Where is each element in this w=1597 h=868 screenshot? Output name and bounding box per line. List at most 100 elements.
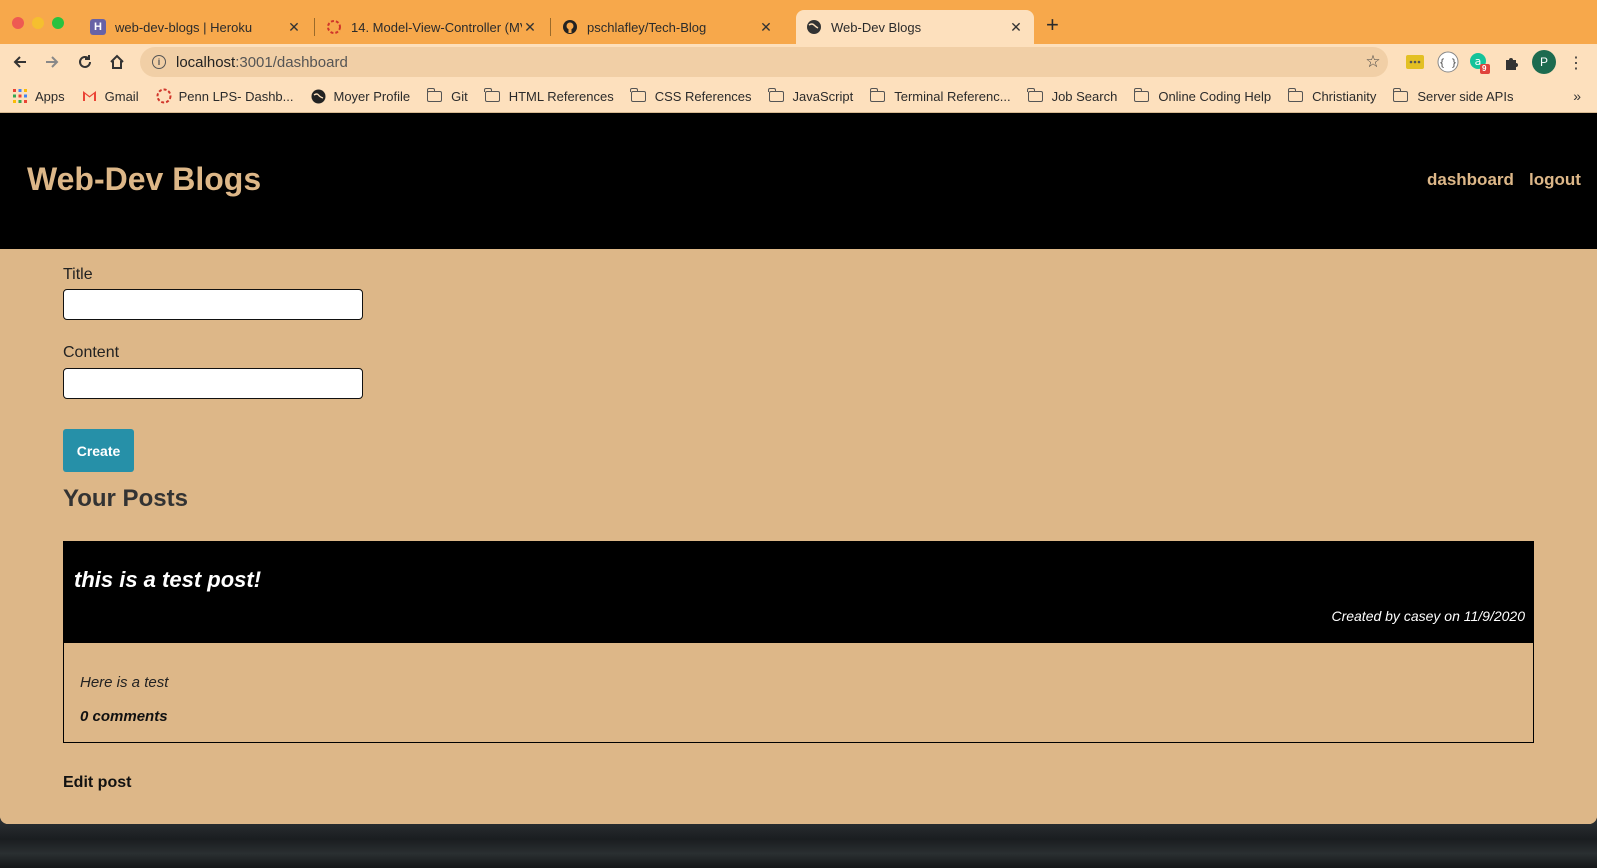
bookmark-star-icon[interactable]: ☆ <box>1358 52 1388 72</box>
folder-icon <box>768 87 784 102</box>
back-arrow-icon[interactable] <box>8 50 32 74</box>
close-icon[interactable]: ✕ <box>1008 19 1024 36</box>
post-title[interactable]: this is a test post! <box>74 567 261 593</box>
close-icon[interactable]: ✕ <box>286 19 302 36</box>
site-brand[interactable]: Web-Dev Blogs <box>27 161 261 198</box>
maximize-window-button[interactable] <box>52 17 64 29</box>
create-button[interactable]: Create <box>63 429 134 472</box>
content-input[interactable] <box>63 368 363 399</box>
nav-logout-link[interactable]: logout <box>1529 170 1581 190</box>
tab-web-dev-blogs[interactable]: Web-Dev Blogs ✕ <box>796 10 1034 44</box>
tab-title: 14. Model-View-Controller (MV <box>351 19 522 35</box>
bookmark-folder-html[interactable]: HTML References <box>484 87 614 104</box>
bookmark-label: Server side APIs <box>1417 88 1514 104</box>
post-header: this is a test post! Created by casey on… <box>63 541 1534 643</box>
bookmark-label: Apps <box>35 88 65 104</box>
puzzle-extensions-icon[interactable] <box>1502 53 1522 73</box>
extension-badge: 9 <box>1482 64 1487 73</box>
bookmark-folder-terminal[interactable]: Terminal Referenc... <box>869 87 1011 104</box>
title-input[interactable] <box>63 289 363 320</box>
heroku-icon: H <box>90 19 106 35</box>
more-menu-icon[interactable]: ⋮ <box>1566 53 1586 73</box>
folder-icon <box>484 87 500 102</box>
post-comments-count[interactable]: 0 comments <box>80 708 168 725</box>
globe-icon <box>806 19 822 35</box>
bookmark-label: HTML References <box>508 88 614 104</box>
bookmark-label: Christianity <box>1312 88 1377 104</box>
folder-icon <box>630 87 646 102</box>
bookmark-label: Gmail <box>104 88 139 104</box>
tab-github[interactable]: pschlafley/Tech-Blog ✕ <box>552 10 784 44</box>
nav-dashboard-link[interactable]: dashboard <box>1427 170 1514 190</box>
post-content: Here is a test <box>80 674 169 691</box>
extension-key-icon[interactable] <box>1405 52 1425 72</box>
tab-separator <box>550 18 551 36</box>
bookmark-folder-css[interactable]: CSS References <box>630 87 752 104</box>
penn-icon <box>156 88 172 104</box>
github-icon <box>562 19 578 35</box>
bookmark-label: Penn LPS- Dashb... <box>178 88 294 104</box>
page-content: Web-Dev Blogs dashboard logout Title Con… <box>0 113 1597 824</box>
edit-post-link[interactable]: Edit post <box>63 774 131 792</box>
close-icon[interactable]: ✕ <box>758 19 774 36</box>
your-posts-heading: Your Posts <box>63 485 188 512</box>
desktop-background <box>0 820 1597 868</box>
reload-icon[interactable] <box>73 50 97 74</box>
bookmark-folder-git[interactable]: Git <box>426 87 468 104</box>
close-window-button[interactable] <box>12 17 24 29</box>
loading-ring-icon <box>326 19 342 35</box>
bookmark-folder-server-apis[interactable]: Server side APIs <box>1392 87 1514 104</box>
new-tab-button[interactable]: + <box>1046 14 1059 36</box>
bookmark-folder-christianity[interactable]: Christianity <box>1287 87 1377 104</box>
home-icon[interactable] <box>105 50 129 74</box>
bookmark-folder-coding-help[interactable]: Online Coding Help <box>1133 87 1272 104</box>
extension-grammarly-icon[interactable]: a 9 <box>1468 51 1492 75</box>
bookmark-label: Terminal Referenc... <box>894 88 1011 104</box>
post-card[interactable]: this is a test post! Created by casey on… <box>63 541 1534 743</box>
close-icon[interactable]: ✕ <box>522 19 538 36</box>
tab-title: Web-Dev Blogs <box>831 19 922 35</box>
address-bar[interactable]: i localhost:3001/dashboard ☆ <box>140 47 1388 77</box>
bookmark-moyer[interactable]: Moyer Profile <box>311 88 411 104</box>
folder-icon <box>1027 87 1043 102</box>
bookmark-gmail[interactable]: Gmail <box>82 89 139 104</box>
chevron-more-icon[interactable]: » <box>1573 88 1581 104</box>
bookmark-label: JavaScript <box>792 88 854 104</box>
url-host: localhost <box>176 53 236 71</box>
forward-arrow-icon[interactable] <box>40 50 64 74</box>
bookmark-label: Moyer Profile <box>333 88 411 104</box>
bookmark-label: Online Coding Help <box>1158 88 1272 104</box>
tab-mvc[interactable]: 14. Model-View-Controller (MV ✕ <box>316 10 548 44</box>
info-icon[interactable]: i <box>152 55 166 69</box>
site-header: Web-Dev Blogs dashboard logout <box>0 113 1597 249</box>
post-meta: Created by casey on 11/9/2020 <box>1331 608 1525 624</box>
extension-code-icon[interactable]: { } <box>1436 50 1460 74</box>
tab-title: web-dev-blogs | Heroku <box>115 19 253 35</box>
gmail-icon <box>82 89 98 103</box>
bookmark-apps[interactable]: Apps <box>12 89 65 104</box>
url-text: localhost:3001/dashboard <box>176 54 1358 71</box>
minimize-window-button[interactable] <box>32 17 44 29</box>
bookmark-label: Git <box>451 88 468 104</box>
moyer-icon <box>311 89 327 103</box>
url-path: :3001/dashboard <box>235 53 348 71</box>
bookmark-penn[interactable]: Penn LPS- Dashb... <box>156 88 294 104</box>
folder-icon <box>426 87 443 102</box>
bookmarks-bar: Apps Gmail Penn LPS- Dashb... Moyer Prof… <box>0 80 1597 113</box>
browser-window: H web-dev-blogs | Heroku ✕ 14. Model-Vie… <box>0 0 1597 824</box>
bookmark-folder-javascript[interactable]: JavaScript <box>768 87 854 104</box>
folder-icon <box>1133 87 1150 102</box>
title-label: Title <box>63 266 93 283</box>
tab-separator <box>314 18 315 36</box>
post-body: Here is a test 0 comments <box>63 643 1534 743</box>
content-label: Content <box>63 344 120 361</box>
svg-text:{ }: { } <box>1439 58 1457 69</box>
bookmark-label: Job Search <box>1051 88 1118 104</box>
profile-avatar[interactable]: P <box>1532 50 1556 74</box>
folder-icon <box>1392 87 1409 102</box>
tab-strip: H web-dev-blogs | Heroku ✕ 14. Model-Vie… <box>0 0 1597 44</box>
folder-icon <box>869 87 886 102</box>
bookmark-folder-job-search[interactable]: Job Search <box>1027 87 1118 104</box>
tab-heroku[interactable]: H web-dev-blogs | Heroku ✕ <box>80 10 312 44</box>
folder-icon <box>1287 87 1304 102</box>
